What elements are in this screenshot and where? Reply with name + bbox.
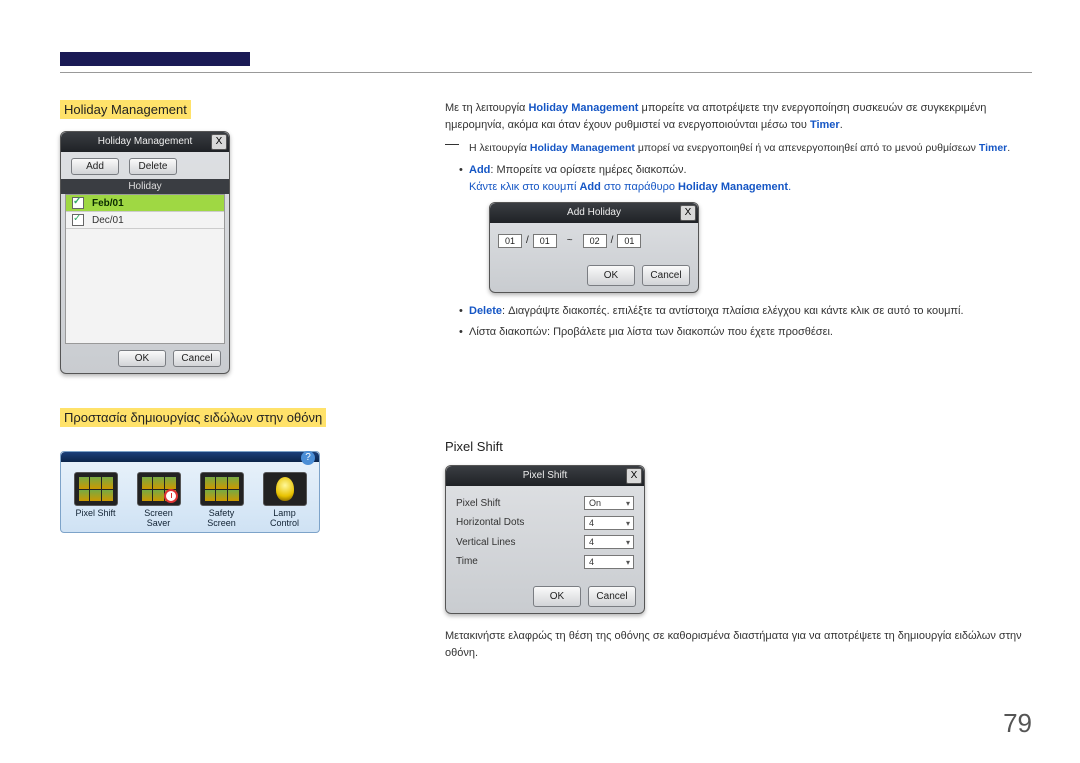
left-column: Holiday Management Holiday Management X … xyxy=(60,100,385,662)
holiday-date: Feb/01 xyxy=(92,198,124,209)
icon-pixel-shift[interactable]: Pixel Shift xyxy=(70,472,122,528)
month-from[interactable]: 01 xyxy=(498,234,522,248)
column-header-holiday: Holiday xyxy=(61,179,229,194)
icon-label: Safety Screen xyxy=(207,508,236,528)
add-holiday-panel: Add Holiday X 01 / 01 ~ 02 / 01 xyxy=(489,202,699,293)
row-vertical-lines: Vertical Lines 4 xyxy=(456,533,634,553)
close-icon[interactable]: X xyxy=(211,134,227,150)
page-number: 79 xyxy=(1003,708,1032,739)
pixel-shift-description: Μετακινήστε ελαφρώς τη θέση της οθόνης σ… xyxy=(445,628,1032,662)
ok-button[interactable]: OK xyxy=(587,265,635,287)
month-to[interactable]: 02 xyxy=(583,234,607,248)
term-timer: Timer xyxy=(810,119,840,131)
day-to[interactable]: 01 xyxy=(617,234,641,248)
add-button[interactable]: Add xyxy=(71,158,119,175)
list-item[interactable]: Dec/01 xyxy=(66,212,224,229)
cancel-button[interactable]: Cancel xyxy=(642,265,690,287)
holiday-date: Dec/01 xyxy=(92,215,124,226)
select-pixel-shift[interactable]: On xyxy=(584,496,634,510)
row-horizontal-dots: Horizontal Dots 4 xyxy=(456,513,634,533)
ok-button[interactable]: OK xyxy=(533,586,581,608)
list-item[interactable]: Feb/01 xyxy=(66,195,224,212)
heading-holiday-management: Holiday Management xyxy=(60,100,191,119)
bullet-delete: Delete: Διαγράψτε διακοπές. επιλέξτε τα … xyxy=(459,303,1032,320)
bullet-add: Add: Μπορείτε να ορίσετε ημέρες διακοπών… xyxy=(459,162,1032,293)
protection-panel-titlebar xyxy=(61,452,319,462)
holiday-list: Feb/01 Dec/01 xyxy=(65,194,225,344)
header-divider xyxy=(60,72,1032,73)
page-content: Holiday Management Holiday Management X … xyxy=(60,100,1032,662)
header-accent-bar xyxy=(60,52,250,66)
holiday-management-panel: Holiday Management X Add Delete Holiday … xyxy=(60,131,230,374)
heading-screen-protection: Προστασία δημιουργίας ειδώλων στην οθόνη xyxy=(60,408,326,427)
term-holiday-management: Holiday Management xyxy=(528,102,638,114)
term-add: Add xyxy=(469,164,490,176)
select-time[interactable]: 4 xyxy=(584,555,634,569)
protection-icons-panel: Pixel Shift Screen Saver Safety Screen xyxy=(60,451,320,533)
row-label: Vertical Lines xyxy=(456,535,515,551)
icon-label: Pixel Shift xyxy=(75,508,115,518)
row-time: Time 4 xyxy=(456,552,634,572)
cancel-button[interactable]: Cancel xyxy=(588,586,636,608)
panel-title: Holiday Management X xyxy=(61,132,229,152)
row-label: Horizontal Dots xyxy=(456,515,524,531)
right-column: Με τη λειτουργία Holiday Management μπορ… xyxy=(445,100,1032,662)
panel-title-text: Holiday Management xyxy=(98,136,193,147)
icon-label: Screen Saver xyxy=(144,508,173,528)
term-delete: Delete xyxy=(469,305,502,317)
panel-title-text: Pixel Shift xyxy=(523,470,567,481)
select-horizontal-dots[interactable]: 4 xyxy=(584,516,634,530)
note-holiday-management: Η λειτουργία Holiday Management μπορεί ν… xyxy=(445,140,1032,156)
checkbox-icon[interactable] xyxy=(72,214,84,226)
row-pixel-shift: Pixel Shift On xyxy=(456,494,634,514)
pixel-shift-panel: Pixel Shift X Pixel Shift On Horizontal … xyxy=(445,465,645,615)
close-icon[interactable]: X xyxy=(626,468,642,484)
checkbox-icon[interactable] xyxy=(72,197,84,209)
close-icon[interactable]: X xyxy=(680,205,696,221)
bullet-list: Λίστα διακοπών: Προβάλετε μια λίστα των … xyxy=(459,324,1032,341)
row-label: Time xyxy=(456,554,478,570)
icon-label: Lamp Control xyxy=(270,508,299,528)
day-from[interactable]: 01 xyxy=(533,234,557,248)
row-label: Pixel Shift xyxy=(456,496,500,512)
icon-safety-screen[interactable]: Safety Screen xyxy=(196,472,248,528)
delete-button[interactable]: Delete xyxy=(129,158,177,175)
cancel-button[interactable]: Cancel xyxy=(173,350,221,367)
panel-title-text: Add Holiday xyxy=(567,207,621,218)
intro-paragraph: Με τη λειτουργία Holiday Management μπορ… xyxy=(445,100,1032,134)
select-vertical-lines[interactable]: 4 xyxy=(584,535,634,549)
heading-pixel-shift: Pixel Shift xyxy=(445,437,1032,457)
icon-lamp-control[interactable]: Lamp Control xyxy=(259,472,311,528)
icon-screen-saver[interactable]: Screen Saver xyxy=(133,472,185,528)
ok-button[interactable]: OK xyxy=(118,350,166,367)
